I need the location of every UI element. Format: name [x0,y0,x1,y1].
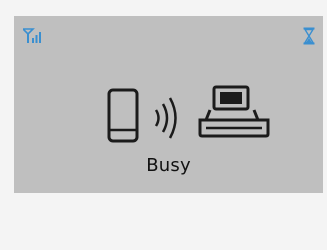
wifi-signal-icon [23,28,41,43]
hourglass-icon [303,27,315,45]
wireless-waves-icon [154,97,177,139]
status-panel: Busy [14,16,323,193]
printer-icon [198,85,270,138]
status-label: Busy [146,155,191,176]
phone-icon [107,88,139,143]
